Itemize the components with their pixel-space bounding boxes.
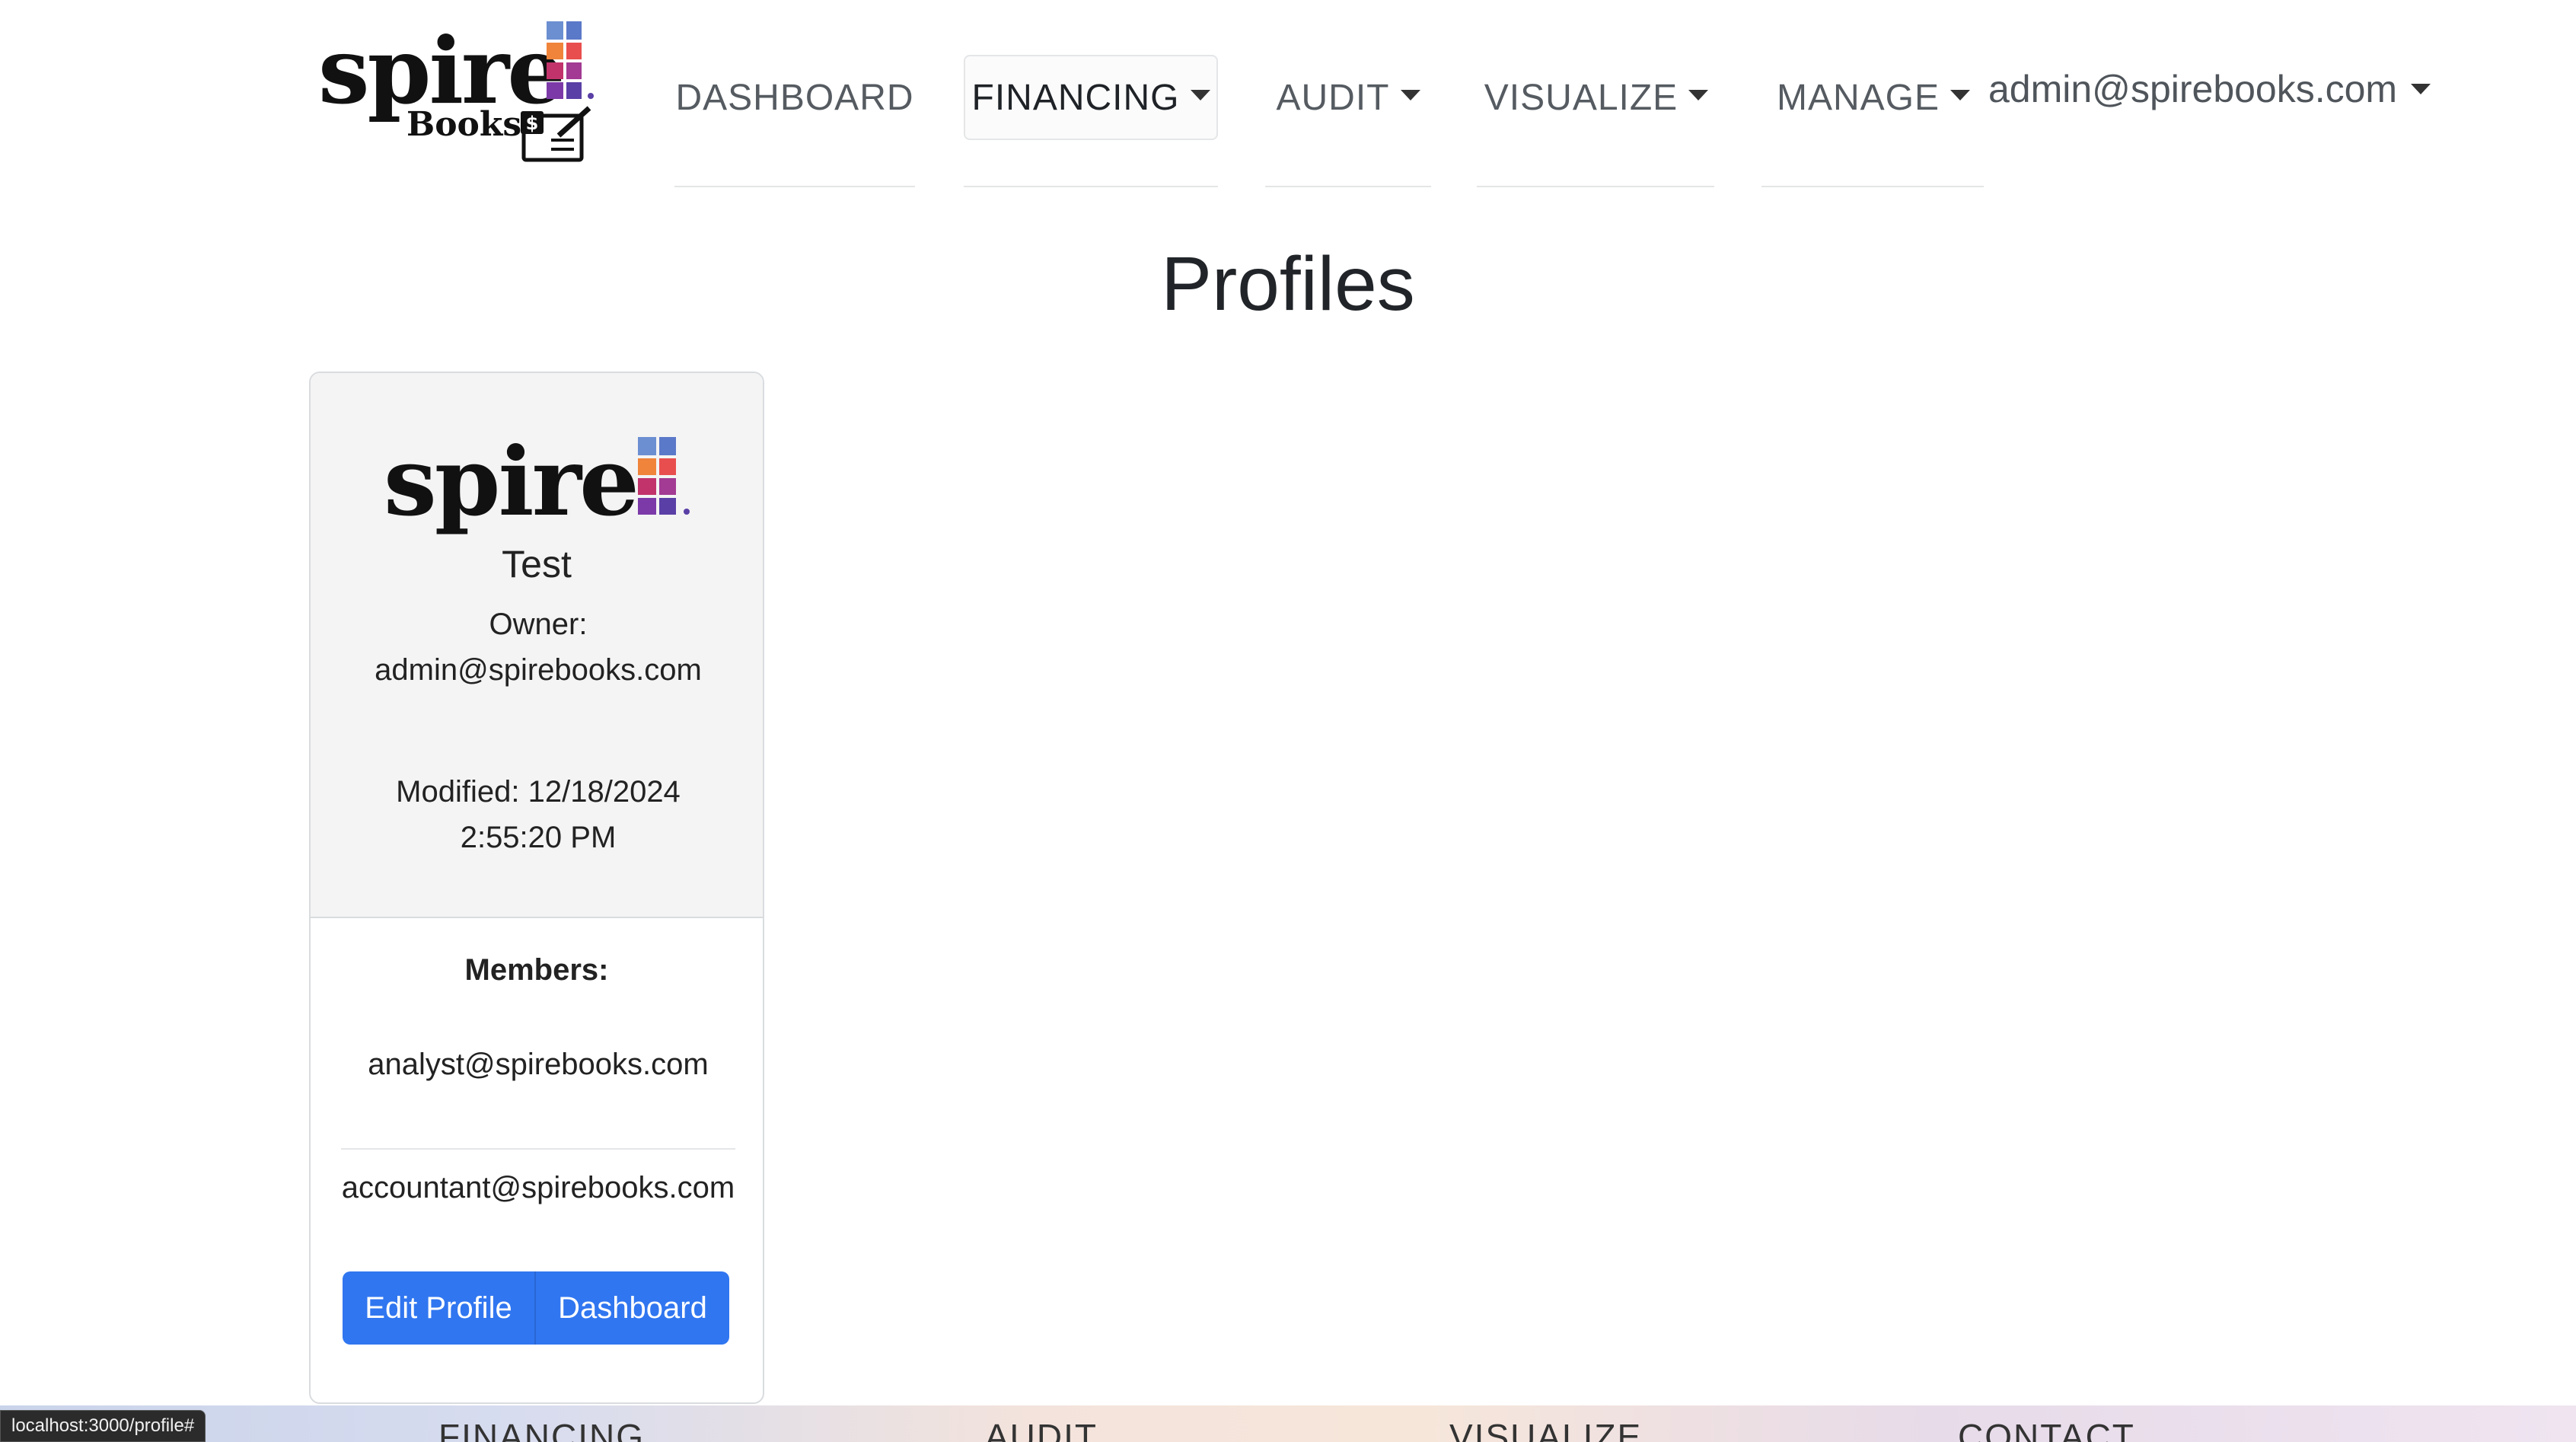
nav-dashboard[interactable]: DASHBOARD [674, 55, 915, 140]
user-email: admin@spirebooks.com [1988, 68, 2398, 110]
nav-manage-label: MANAGE [1776, 77, 1940, 118]
profile-modified: Modified: 12/18/2024 2:55:20 PM [364, 769, 713, 860]
logo-wordmark: spire [318, 18, 566, 125]
profile-logo-wordmark: spire [384, 427, 639, 538]
nav-visualize-label: VISUALIZE [1484, 77, 1679, 118]
nav-divider [1761, 186, 1984, 187]
modified-label: Modified: [396, 775, 520, 809]
nav-divider [964, 186, 1218, 187]
nav-audit-label: AUDIT [1276, 77, 1390, 118]
member-item: accountant@spirebooks.com [341, 1171, 735, 1204]
footer-link-financing[interactable]: FINANCING [438, 1419, 645, 1442]
members-heading: Members: [464, 953, 609, 987]
profile-dashboard-button[interactable]: Dashboard [534, 1271, 729, 1345]
member-item: analyst@spirebooks.com [368, 1048, 709, 1081]
caret-down-icon [1400, 90, 1420, 100]
footer-link-contact[interactable]: CONTACT [1958, 1419, 2135, 1442]
member-divider [341, 1148, 735, 1150]
logo-blocks-icon [638, 437, 690, 515]
caret-down-icon [2411, 84, 2431, 94]
profile-owner: Owner: admin@spirebooks.com [364, 601, 713, 693]
nav-visualize-dropdown[interactable]: VISUALIZE [1478, 55, 1714, 140]
nav-audit-dropdown[interactable]: AUDIT [1268, 55, 1428, 140]
spirebooks-logo[interactable]: spire Books $ [315, 18, 604, 162]
user-account-dropdown[interactable]: admin@spirebooks.com [1988, 67, 2431, 111]
nav-divider [1265, 186, 1431, 187]
profile-logo: spire [384, 435, 703, 542]
caret-down-icon [1950, 90, 1971, 100]
footer-link-audit[interactable]: AUDIT [985, 1419, 1098, 1442]
nav-divider [674, 186, 915, 187]
edit-profile-button[interactable]: Edit Profile [343, 1271, 534, 1345]
top-navbar: spire Books $ DASHBOARD FINANCING AUDIT … [0, 0, 2576, 190]
nav-dashboard-label: DASHBOARD [675, 77, 914, 118]
logo-subname: Books [406, 105, 522, 144]
footer-link-visualize[interactable]: VISUALIZE [1449, 1419, 1642, 1442]
owner-label: Owner: [489, 608, 588, 641]
browser-status-url: localhost:3000/profile# [0, 1410, 206, 1442]
profile-card: spire Test Owner: admin@spirebooks.com M… [309, 372, 764, 1404]
nav-financing-label: FINANCING [971, 77, 1180, 118]
footer-nav: FINANCING AUDIT VISUALIZE CONTACT [0, 1405, 2576, 1442]
profile-card-header: spire Test Owner: admin@spirebooks.com M… [311, 373, 763, 918]
page-title: Profiles [1161, 241, 1415, 327]
caret-down-icon [1688, 90, 1709, 100]
owner-email: admin@spirebooks.com [375, 653, 702, 687]
nav-divider [1477, 186, 1714, 187]
check-dollar-sign: $ [526, 113, 539, 134]
logo-blocks-icon [547, 21, 594, 99]
check-writing-icon: $ [521, 106, 591, 162]
caret-down-icon [1190, 90, 1210, 100]
profile-name: Test [502, 543, 572, 585]
nav-manage-dropdown[interactable]: MANAGE [1763, 55, 1984, 140]
nav-financing-dropdown[interactable]: FINANCING [964, 55, 1218, 140]
